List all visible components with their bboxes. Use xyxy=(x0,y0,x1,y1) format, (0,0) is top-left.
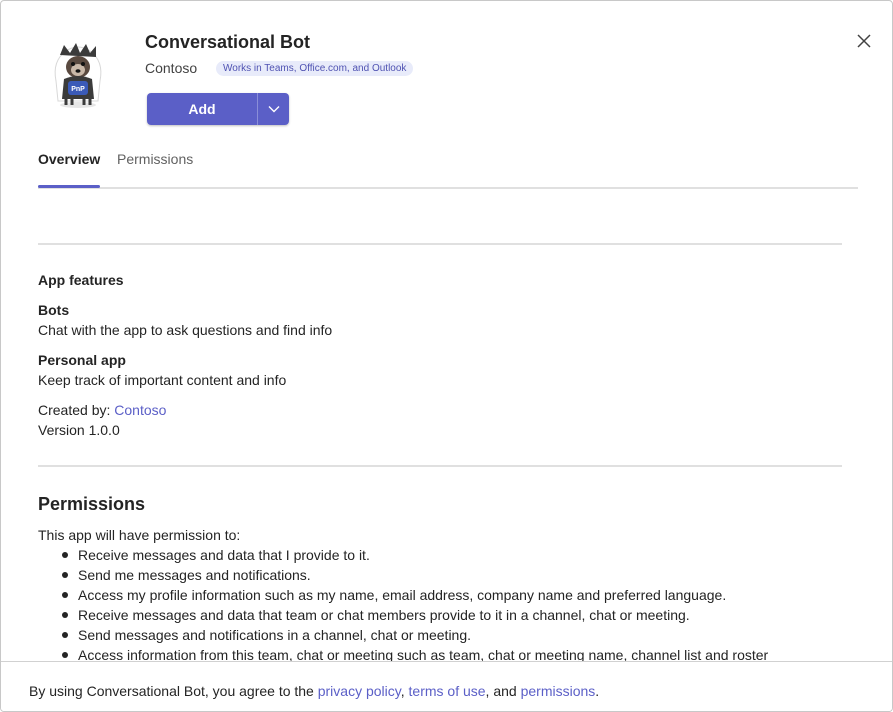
consent-separator: , xyxy=(400,683,409,699)
permissions-heading: Permissions xyxy=(38,494,146,514)
app-version: Version 1.0.0 xyxy=(38,422,120,438)
permission-item: Receive messages and data that team or c… xyxy=(61,607,768,627)
close-button[interactable] xyxy=(852,31,876,55)
feature-description-personal-app: Keep track of important content and info xyxy=(38,372,287,388)
tab-permissions[interactable]: Permissions xyxy=(117,151,193,167)
feature-title-personal-app: Personal app xyxy=(38,352,126,368)
consent-suffix: . xyxy=(595,683,600,699)
terms-of-use-link[interactable]: terms of use xyxy=(409,683,486,699)
app-details-dialog: PnP Conversational Bot Contoso Works in … xyxy=(0,0,893,712)
consent-separator: , and xyxy=(485,683,521,699)
permissions-intro: This app will have permission to: xyxy=(38,527,241,543)
permission-item: Access my profile information such as my… xyxy=(61,587,768,607)
consent-footer: By using Conversational Bot, you agree t… xyxy=(1,661,892,711)
app-title: Conversational Bot xyxy=(145,32,311,52)
permission-item: Send me messages and notifications. xyxy=(61,567,768,587)
section-divider xyxy=(38,465,842,467)
created-by: Created by: Contoso xyxy=(38,402,166,418)
chevron-down-icon xyxy=(268,100,280,118)
tab-selected-indicator xyxy=(38,185,100,188)
feature-description-bots: Chat with the app to ask questions and f… xyxy=(38,322,333,338)
app-logo: PnP xyxy=(48,41,108,109)
permissions-list: Receive messages and data that I provide… xyxy=(61,547,768,667)
permissions-link[interactable]: permissions xyxy=(521,683,596,699)
add-options-dropdown[interactable] xyxy=(258,93,289,125)
feature-title-bots: Bots xyxy=(38,302,70,318)
permission-item: Receive messages and data that I provide… xyxy=(61,547,768,567)
privacy-policy-link[interactable]: privacy policy xyxy=(318,683,401,699)
logo-text: PnP xyxy=(71,86,85,93)
section-divider xyxy=(38,243,842,245)
tab-bar: Overview Permissions xyxy=(38,147,858,189)
permission-item: Send messages and notifications in a cha… xyxy=(61,627,768,647)
add-split-button: Add xyxy=(147,93,289,125)
compatibility-badge: Works in Teams, Office.com, and Outlook xyxy=(216,61,414,76)
add-button[interactable]: Add xyxy=(147,93,257,125)
close-icon xyxy=(857,33,871,53)
consent-prefix: By using Conversational Bot, you agree t… xyxy=(29,683,318,699)
consent-text: By using Conversational Bot, you agree t… xyxy=(29,683,599,699)
features-heading: App features xyxy=(38,272,124,288)
creator-link[interactable]: Contoso xyxy=(114,402,166,418)
tab-overview[interactable]: Overview xyxy=(38,151,100,167)
app-publisher: Contoso xyxy=(145,60,198,76)
created-by-label: Created by: xyxy=(38,402,115,418)
